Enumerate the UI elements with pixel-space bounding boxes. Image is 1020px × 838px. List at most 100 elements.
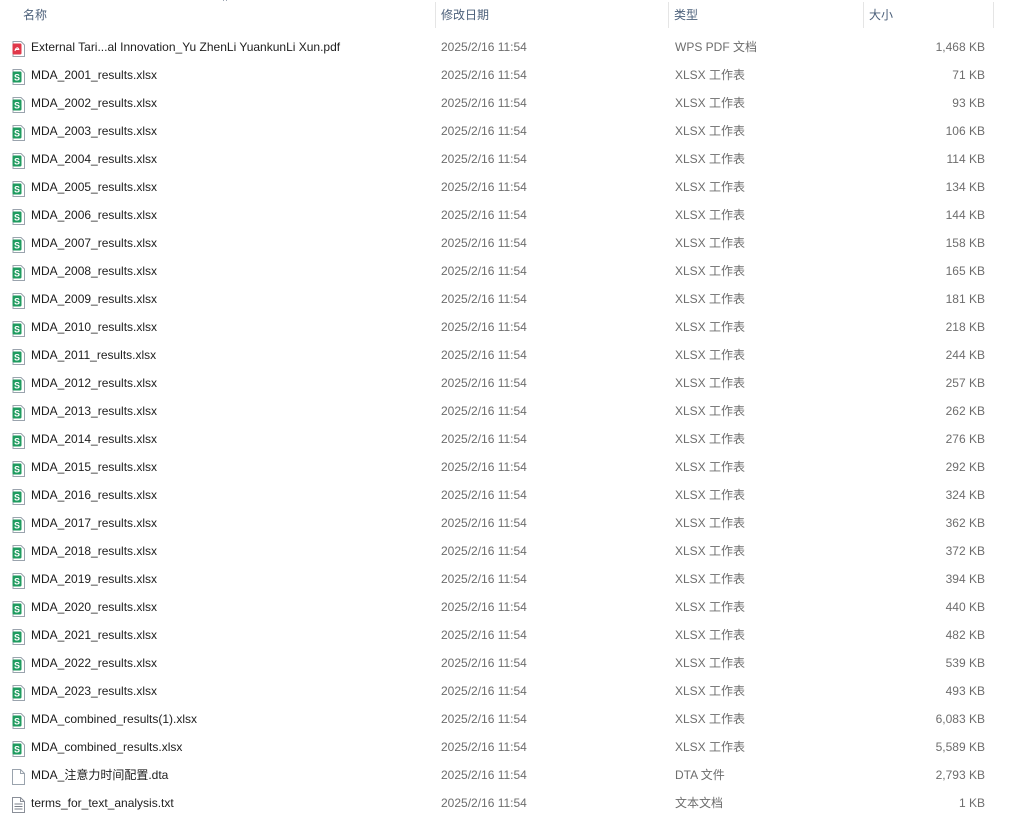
file-size: 493 KB — [945, 684, 985, 698]
file-modified-date: 2025/2/16 11:54 — [441, 40, 527, 54]
file-row[interactable]: S MDA_2005_results.xlsx 2025/2/16 11:54 XLS… — [0, 173, 1020, 201]
svg-text:S: S — [14, 605, 20, 615]
file-name: MDA_2004_results.xlsx — [31, 152, 158, 166]
file-size: 218 KB — [945, 320, 985, 334]
xlsx-icon: S — [12, 543, 25, 561]
file-row[interactable]: S MDA_2011_results.xlsx 2025/2/16 11:54 XLS… — [0, 341, 1020, 369]
file-size: 372 KB — [945, 544, 985, 558]
file-type: XLSX 工作表 — [675, 208, 746, 222]
pdf-icon — [12, 39, 25, 57]
svg-text:S: S — [14, 717, 20, 727]
file-modified-date: 2025/2/16 11:54 — [441, 460, 527, 474]
file-name: MDA_2017_results.xlsx — [31, 516, 158, 530]
file-name: MDA_2009_results.xlsx — [31, 292, 158, 306]
file-row[interactable]: S MDA_2021_results.xlsx 2025/2/16 11:54 XLS… — [0, 621, 1020, 649]
file-modified-date: 2025/2/16 11:54 — [441, 768, 527, 782]
xlsx-icon: S — [12, 347, 25, 365]
file-row[interactable]: S MDA_combined_results(1).xlsx 2025/2/16 1… — [0, 705, 1020, 733]
file-row[interactable]: S MDA_2015_results.xlsx 2025/2/16 11:54 XLS… — [0, 453, 1020, 481]
file-size: 165 KB — [945, 264, 985, 278]
file-row[interactable]: S MDA_2018_results.xlsx 2025/2/16 11:54 XLS… — [0, 537, 1020, 565]
file-row[interactable]: S MDA_2007_results.xlsx 2025/2/16 11:54 XLS… — [0, 229, 1020, 257]
svg-text:S: S — [14, 549, 20, 559]
file-type: XLSX 工作表 — [675, 152, 746, 166]
xlsx-icon: S — [12, 627, 25, 645]
file-name: MDA_2006_results.xlsx — [31, 208, 158, 222]
xlsx-icon: S — [12, 739, 25, 757]
file-type: XLSX 工作表 — [675, 320, 746, 334]
file-row[interactable]: S MDA_2006_results.xlsx 2025/2/16 11:54 XLS… — [0, 201, 1020, 229]
xlsx-icon: S — [12, 459, 25, 477]
file-name: MDA_2010_results.xlsx — [31, 320, 158, 334]
file-modified-date: 2025/2/16 11:54 — [441, 712, 527, 726]
xlsx-icon: S — [12, 151, 25, 169]
file-row[interactable]: S MDA_2017_results.xlsx 2025/2/16 11:54 XLS… — [0, 509, 1020, 537]
file-size: 71 KB — [952, 68, 985, 82]
file-row[interactable]: S MDA_2004_results.xlsx 2025/2/16 11:54 XLS… — [0, 145, 1020, 173]
file-row[interactable]: S MDA_2016_results.xlsx 2025/2/16 11:54 XLS… — [0, 481, 1020, 509]
file-name: MDA_combined_results.xlsx — [31, 740, 183, 754]
column-header-size[interactable]: 大小 — [863, 0, 993, 30]
svg-text:S: S — [14, 745, 20, 755]
file-row[interactable]: External Tari...al Innovation_Yu ZhenLi … — [0, 33, 1020, 61]
svg-text:S: S — [14, 101, 20, 111]
file-row[interactable]: S MDA_2023_results.xlsx 2025/2/16 11:54 XLS… — [0, 677, 1020, 705]
svg-text:S: S — [14, 409, 20, 419]
file-row[interactable]: MDA_注意力时间配置.dta 2025/2/16 11:54 DTA 文件 2,79… — [0, 761, 1020, 789]
file-row[interactable]: S MDA_2008_results.xlsx 2025/2/16 11:54 XLS… — [0, 257, 1020, 285]
file-name: MDA_combined_results(1).xlsx — [31, 712, 198, 726]
xlsx-icon: S — [12, 487, 25, 505]
file-size: 1,468 KB — [935, 40, 985, 54]
column-header-name[interactable]: 名称 — [17, 0, 435, 30]
svg-text:S: S — [14, 73, 20, 83]
svg-text:S: S — [14, 465, 20, 475]
file-row[interactable]: S MDA_2020_results.xlsx 2025/2/16 11:54 XLS… — [0, 593, 1020, 621]
file-name: MDA_2016_results.xlsx — [31, 488, 158, 502]
xlsx-icon: S — [12, 711, 25, 729]
file-size: 106 KB — [945, 124, 985, 138]
file-size: 394 KB — [945, 572, 985, 586]
file-row[interactable]: S MDA_2013_results.xlsx 2025/2/16 11:54 XLS… — [0, 397, 1020, 425]
file-type: WPS PDF 文档 — [675, 40, 758, 54]
file-row[interactable]: S MDA_2019_results.xlsx 2025/2/16 11:54 XLS… — [0, 565, 1020, 593]
file-type: XLSX 工作表 — [675, 544, 746, 558]
file-modified-date: 2025/2/16 11:54 — [441, 656, 527, 670]
xlsx-icon: S — [12, 123, 25, 141]
svg-text:S: S — [14, 689, 20, 699]
file-row[interactable]: S MDA_2003_results.xlsx 2025/2/16 11:54 XLS… — [0, 117, 1020, 145]
file-row[interactable]: S MDA_2022_results.xlsx 2025/2/16 11:54 XLS… — [0, 649, 1020, 677]
file-modified-date: 2025/2/16 11:54 — [441, 68, 527, 82]
file-row[interactable]: S MDA_2010_results.xlsx 2025/2/16 11:54 XLS… — [0, 313, 1020, 341]
file-type: XLSX 工作表 — [675, 516, 746, 530]
file-type: XLSX 工作表 — [675, 656, 746, 670]
column-header-date[interactable]: 修改日期 — [435, 0, 668, 30]
file-size: 158 KB — [945, 236, 985, 250]
file-type: XLSX 工作表 — [675, 264, 746, 278]
file-modified-date: 2025/2/16 11:54 — [441, 292, 527, 306]
file-row[interactable]: S MDA_2014_results.xlsx 2025/2/16 11:54 XLS… — [0, 425, 1020, 453]
file-type: XLSX 工作表 — [675, 68, 746, 82]
file-name: MDA_2023_results.xlsx — [31, 684, 158, 698]
file-size: 2,793 KB — [935, 768, 985, 782]
file-type: XLSX 工作表 — [675, 236, 746, 250]
file-modified-date: 2025/2/16 11:54 — [441, 516, 527, 530]
file-size: 93 KB — [952, 96, 985, 110]
file-row[interactable]: S MDA_combined_results.xlsx 2025/2/16 11:5… — [0, 733, 1020, 761]
file-type: XLSX 工作表 — [675, 432, 746, 446]
file-name: MDA_注意力时间配置.dta — [31, 768, 169, 782]
file-size: 181 KB — [945, 292, 985, 306]
column-divider[interactable] — [993, 2, 994, 28]
file-row[interactable]: S MDA_2012_results.xlsx 2025/2/16 11:54 XLS… — [0, 369, 1020, 397]
svg-text:S: S — [14, 241, 20, 251]
file-row[interactable]: S MDA_2001_results.xlsx 2025/2/16 11:54 XLS… — [0, 61, 1020, 89]
file-modified-date: 2025/2/16 11:54 — [441, 404, 527, 418]
file-row[interactable]: terms_for_text_analysis.txt 2025/2/16 11:… — [0, 789, 1020, 817]
file-size: 5,589 KB — [935, 740, 985, 754]
xlsx-icon: S — [12, 655, 25, 673]
file-row[interactable]: S MDA_2002_results.xlsx 2025/2/16 11:54 XLS… — [0, 89, 1020, 117]
file-row[interactable]: S MDA_2009_results.xlsx 2025/2/16 11:54 XLS… — [0, 285, 1020, 313]
xlsx-icon: S — [12, 235, 25, 253]
file-type: XLSX 工作表 — [675, 740, 746, 754]
column-header-type[interactable]: 类型 — [668, 0, 863, 30]
file-modified-date: 2025/2/16 11:54 — [441, 236, 527, 250]
